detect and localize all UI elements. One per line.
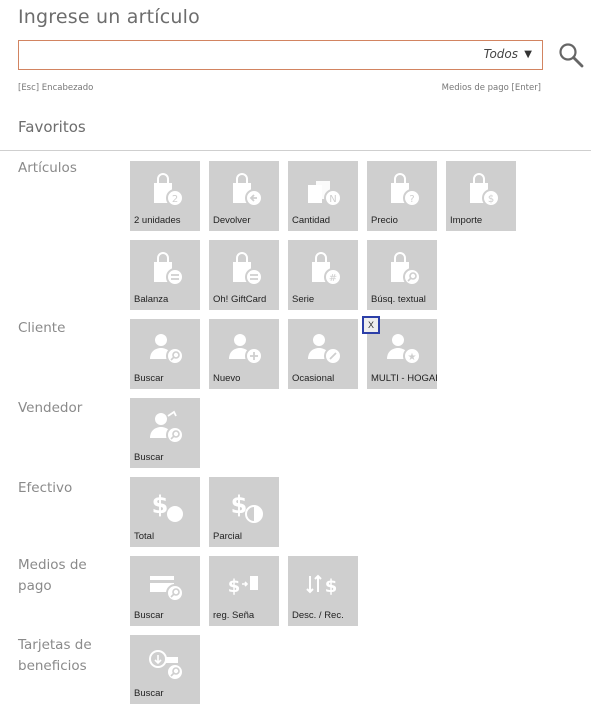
user-add-icon [229,334,263,365]
search-icon[interactable] [558,42,584,68]
tile-label: Buscar [134,610,164,621]
benefit-card-search-icon [149,650,184,681]
tile-label: reg. Seña [213,610,255,621]
bag-giftcard-icon [233,252,263,286]
favorites-title: Favoritos [18,118,86,136]
tile-efectivo-parcial[interactable]: $ Parcial [209,477,279,547]
svg-text:N: N [329,194,336,205]
hint-payment: Medios de pago [Enter] [441,83,541,93]
bag-scale-icon [154,252,184,286]
category-efectivo: Efectivo [18,480,73,496]
svg-text:?: ? [409,194,414,205]
svg-text:#: # [329,273,337,284]
category-vendedor: Vendedor [18,400,83,416]
tile-label: Buscar [134,452,164,463]
remove-favorite-button[interactable]: X [362,316,380,334]
tile-label: Buscar [134,688,164,699]
user-search-icon [150,334,184,365]
seller-search-icon [150,410,184,444]
cash-total-icon: $ [152,491,183,522]
tile-label: Ocasional [292,373,335,384]
tile-vendedor-buscar[interactable]: Buscar [130,398,200,468]
user-occasional-icon [308,334,342,365]
bag-price-icon: ? [391,173,421,207]
tile-medios-buscar[interactable]: Buscar [130,556,200,626]
tile-label: Precio [371,215,398,226]
svg-text:$: $ [488,194,494,205]
tile-devolver[interactable]: Devolver [209,161,279,231]
divider [0,150,591,151]
tile-desc-rec[interactable]: $ Desc. / Rec. [288,556,358,626]
tile-serie[interactable]: # Serie [288,240,358,310]
tile-efectivo-total[interactable]: $ Total [130,477,200,547]
tile-reg-sena[interactable]: $ reg. Seña [209,556,279,626]
page-title: Ingrese un artículo [18,6,200,28]
tile-label: Desc. / Rec. [292,610,344,621]
cash-partial-icon: $ [231,491,263,523]
tile-label: Devolver [213,215,251,226]
tile-cliente-nuevo[interactable]: Nuevo [209,319,279,389]
tile-label: Total [134,531,155,542]
tile-label: Nuevo [213,373,241,384]
svg-text:$: $ [152,491,169,519]
tile-oh-giftcard[interactable]: Oh! GiftCard [209,240,279,310]
tile-busq-textual[interactable]: Búsq. textual [367,240,437,310]
bag-quantity-icon: N [308,181,342,207]
search-input[interactable]: Todos ▼ [18,40,543,70]
tile-label: Cantidad [292,215,331,226]
tile-label: Oh! GiftCard [213,294,267,305]
tile-label: MULTI - HOGAR [371,373,437,384]
card-search-icon [150,576,184,602]
bag-serial-icon: # [312,252,342,286]
tile-label: Parcial [213,531,243,542]
filter-select[interactable]: Todos ▼ [483,47,532,61]
tile-2-unidades[interactable]: 2 2 unidades [130,161,200,231]
tile-label: Buscar [134,373,164,384]
tile-tarjetas-buscar[interactable]: Buscar [130,635,200,704]
category-cliente: Cliente [18,320,66,336]
tile-balanza[interactable]: Balanza [130,240,200,310]
category-tarjetas: Tarjetas de beneficios [18,637,92,674]
svg-text:★: ★ [408,352,417,363]
tile-label: Serie [292,294,315,305]
tile-cliente-ocasional[interactable]: Ocasional [288,319,358,389]
tile-precio[interactable]: ? Precio [367,161,437,231]
hint-header: [Esc] Encabezado [18,83,94,93]
deposit-icon: $ [228,576,258,597]
discount-icon: $ [306,574,338,597]
category-articulos: Artículos [18,160,77,176]
tile-label: Balanza [134,294,169,305]
bag-number-icon: 2 [154,173,184,207]
tile-label: 2 unidades [134,215,181,226]
tile-label: Importe [450,215,483,226]
svg-text:$: $ [231,491,248,519]
bag-return-icon [233,173,263,207]
bag-text-search-icon [391,252,421,286]
bag-amount-icon: $ [470,173,500,207]
svg-text:2: 2 [172,194,178,205]
caret-down-icon: ▼ [524,49,532,60]
svg-text:$: $ [228,576,241,597]
tile-label: Búsq. textual [371,294,426,305]
tile-cantidad[interactable]: N Cantidad [288,161,358,231]
svg-text:$: $ [325,576,338,597]
user-star-icon: ★ [387,334,421,365]
category-medios-de-pago: Medios de pago [18,557,87,594]
tile-cliente-buscar[interactable]: Buscar [130,319,200,389]
tile-importe[interactable]: $ Importe [446,161,516,231]
filter-value: Todos [483,47,518,61]
